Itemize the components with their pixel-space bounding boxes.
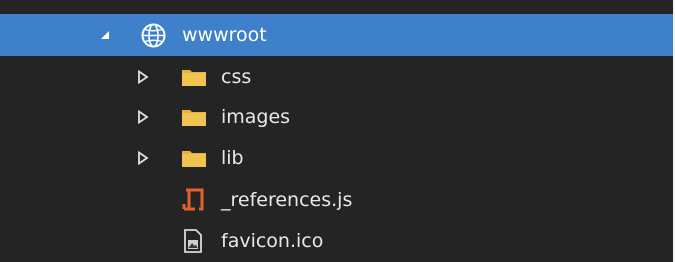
image-file-icon <box>184 229 202 253</box>
globe-icon <box>141 23 166 48</box>
tree-item-label: images <box>221 106 291 128</box>
collapsed-arrow-icon[interactable] <box>136 110 150 124</box>
tree-item-label: lib <box>221 147 244 169</box>
tree-item-label: wwwroot <box>182 24 267 46</box>
tree-item-lib[interactable]: lib <box>0 137 673 179</box>
tree-item-wwwroot[interactable]: wwwroot <box>0 14 673 56</box>
tree-item-label: css <box>221 66 252 88</box>
solution-explorer-tree: wwwroot css images lib _references.js fa… <box>0 0 675 262</box>
tree-item-images[interactable]: images <box>0 96 673 138</box>
expanded-arrow-icon[interactable] <box>98 28 112 42</box>
folder-icon <box>182 110 206 126</box>
js-file-icon <box>182 188 204 211</box>
tree-item-label: _references.js <box>221 189 353 211</box>
folder-icon <box>182 70 206 86</box>
collapsed-arrow-icon[interactable] <box>136 70 150 84</box>
tree-item-label: favicon.ico <box>221 230 324 252</box>
folder-icon <box>182 151 206 167</box>
tree-item-css[interactable]: css <box>0 56 673 98</box>
tree-item-favicon[interactable]: favicon.ico <box>0 220 673 262</box>
tree-item-references-js[interactable]: _references.js <box>0 179 673 221</box>
collapsed-arrow-icon[interactable] <box>136 151 150 165</box>
